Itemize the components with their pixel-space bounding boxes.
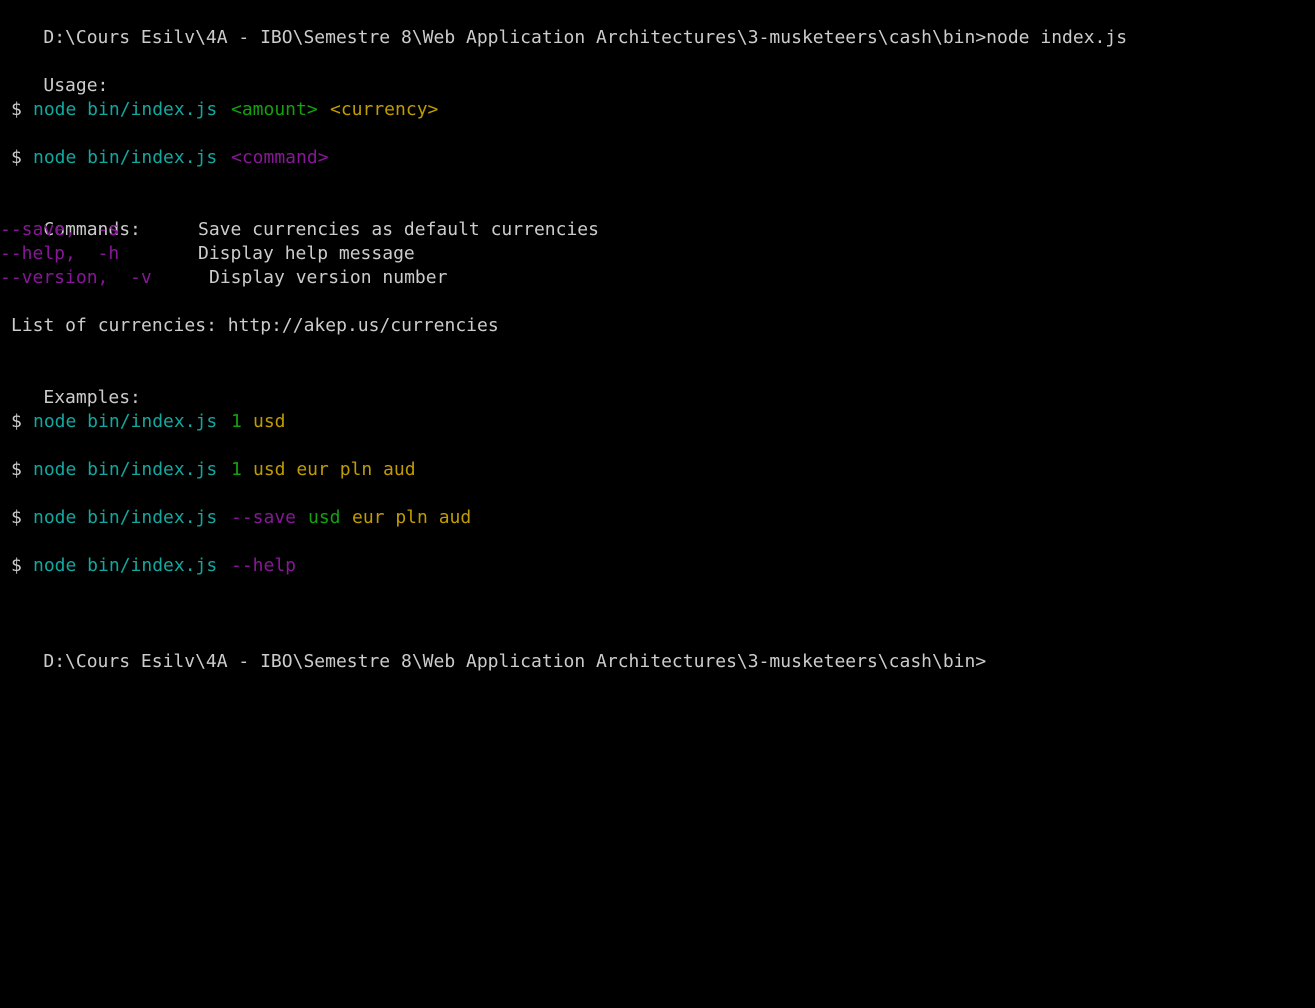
example-line-1: $ node bin/index.js 1 usd bbox=[0, 410, 286, 434]
dollar-sign: $ bbox=[11, 147, 22, 168]
example-line-4: $ node bin/index.js --help bbox=[0, 554, 296, 578]
example-command: node bin/index.js bbox=[33, 555, 218, 576]
command-item: --save, -s Save currencies as default cu… bbox=[0, 218, 599, 242]
command-flags: --version, -v bbox=[0, 267, 152, 288]
usage-command: node bin/index.js bbox=[33, 147, 218, 168]
example-currencies: usd bbox=[253, 411, 286, 432]
command-description: Display help message bbox=[198, 243, 415, 264]
terminal-window[interactable]: D:\Cours Esilv\4A - IBO\Semestre 8\Web A… bbox=[0, 0, 1315, 672]
example-currencies: usd eur pln aud bbox=[253, 459, 416, 480]
dollar-sign: $ bbox=[11, 459, 22, 480]
examples-heading-text: Examples: bbox=[43, 387, 141, 408]
command-flags: --help, -h bbox=[0, 243, 120, 264]
command-item: --help, -h Display help message bbox=[0, 242, 415, 266]
currency-list-text: List of currencies: http://akep.us/curre… bbox=[11, 315, 499, 336]
usage-arg-command: <command> bbox=[231, 147, 329, 168]
dollar-sign: $ bbox=[11, 99, 22, 120]
examples-heading: Examples: bbox=[0, 362, 141, 408]
example-first-currency: usd bbox=[308, 507, 341, 528]
example-amount: 1 bbox=[231, 459, 242, 480]
usage-line-1: $ node bin/index.js <amount> <currency> bbox=[0, 98, 438, 122]
usage-command: node bin/index.js bbox=[33, 99, 218, 120]
example-flag: --help bbox=[231, 555, 297, 576]
command-description: Display version number bbox=[209, 267, 448, 288]
example-line-2: $ node bin/index.js 1 usd eur pln aud bbox=[0, 458, 416, 482]
usage-line-2: $ node bin/index.js <command> bbox=[0, 146, 329, 170]
usage-arg-amount: <amount> bbox=[231, 99, 318, 120]
dollar-sign: $ bbox=[11, 507, 22, 528]
usage-heading: Usage: bbox=[0, 50, 108, 96]
prompt-line-top: D:\Cours Esilv\4A - IBO\Semestre 8\Web A… bbox=[0, 2, 1127, 48]
prompt-path: D:\Cours Esilv\4A - IBO\Semestre 8\Web A… bbox=[43, 651, 987, 672]
example-amount: 1 bbox=[231, 411, 242, 432]
usage-arg-currency: <currency> bbox=[330, 99, 439, 120]
example-command: node bin/index.js bbox=[33, 459, 218, 480]
typed-command: node index.js bbox=[986, 27, 1128, 48]
example-flag: --save bbox=[231, 507, 297, 528]
example-command: node bin/index.js bbox=[33, 411, 218, 432]
command-item: --version, -v Display version number bbox=[0, 266, 447, 290]
prompt-path: D:\Cours Esilv\4A - IBO\Semestre 8\Web A… bbox=[43, 27, 987, 48]
example-command: node bin/index.js bbox=[33, 507, 218, 528]
command-description: Save currencies as default currencies bbox=[198, 219, 599, 240]
example-line-3: $ node bin/index.js --save usd eur pln a… bbox=[0, 506, 471, 530]
command-flags: --save, -s bbox=[0, 219, 120, 240]
dollar-sign: $ bbox=[11, 411, 22, 432]
currency-list-line: List of currencies: http://akep.us/curre… bbox=[0, 314, 499, 338]
commands-heading: Commands: bbox=[0, 194, 141, 240]
example-currencies: eur pln aud bbox=[352, 507, 472, 528]
usage-heading-text: Usage: bbox=[43, 75, 109, 96]
prompt-line-bottom[interactable]: D:\Cours Esilv\4A - IBO\Semestre 8\Web A… bbox=[0, 626, 986, 672]
dollar-sign: $ bbox=[11, 555, 22, 576]
